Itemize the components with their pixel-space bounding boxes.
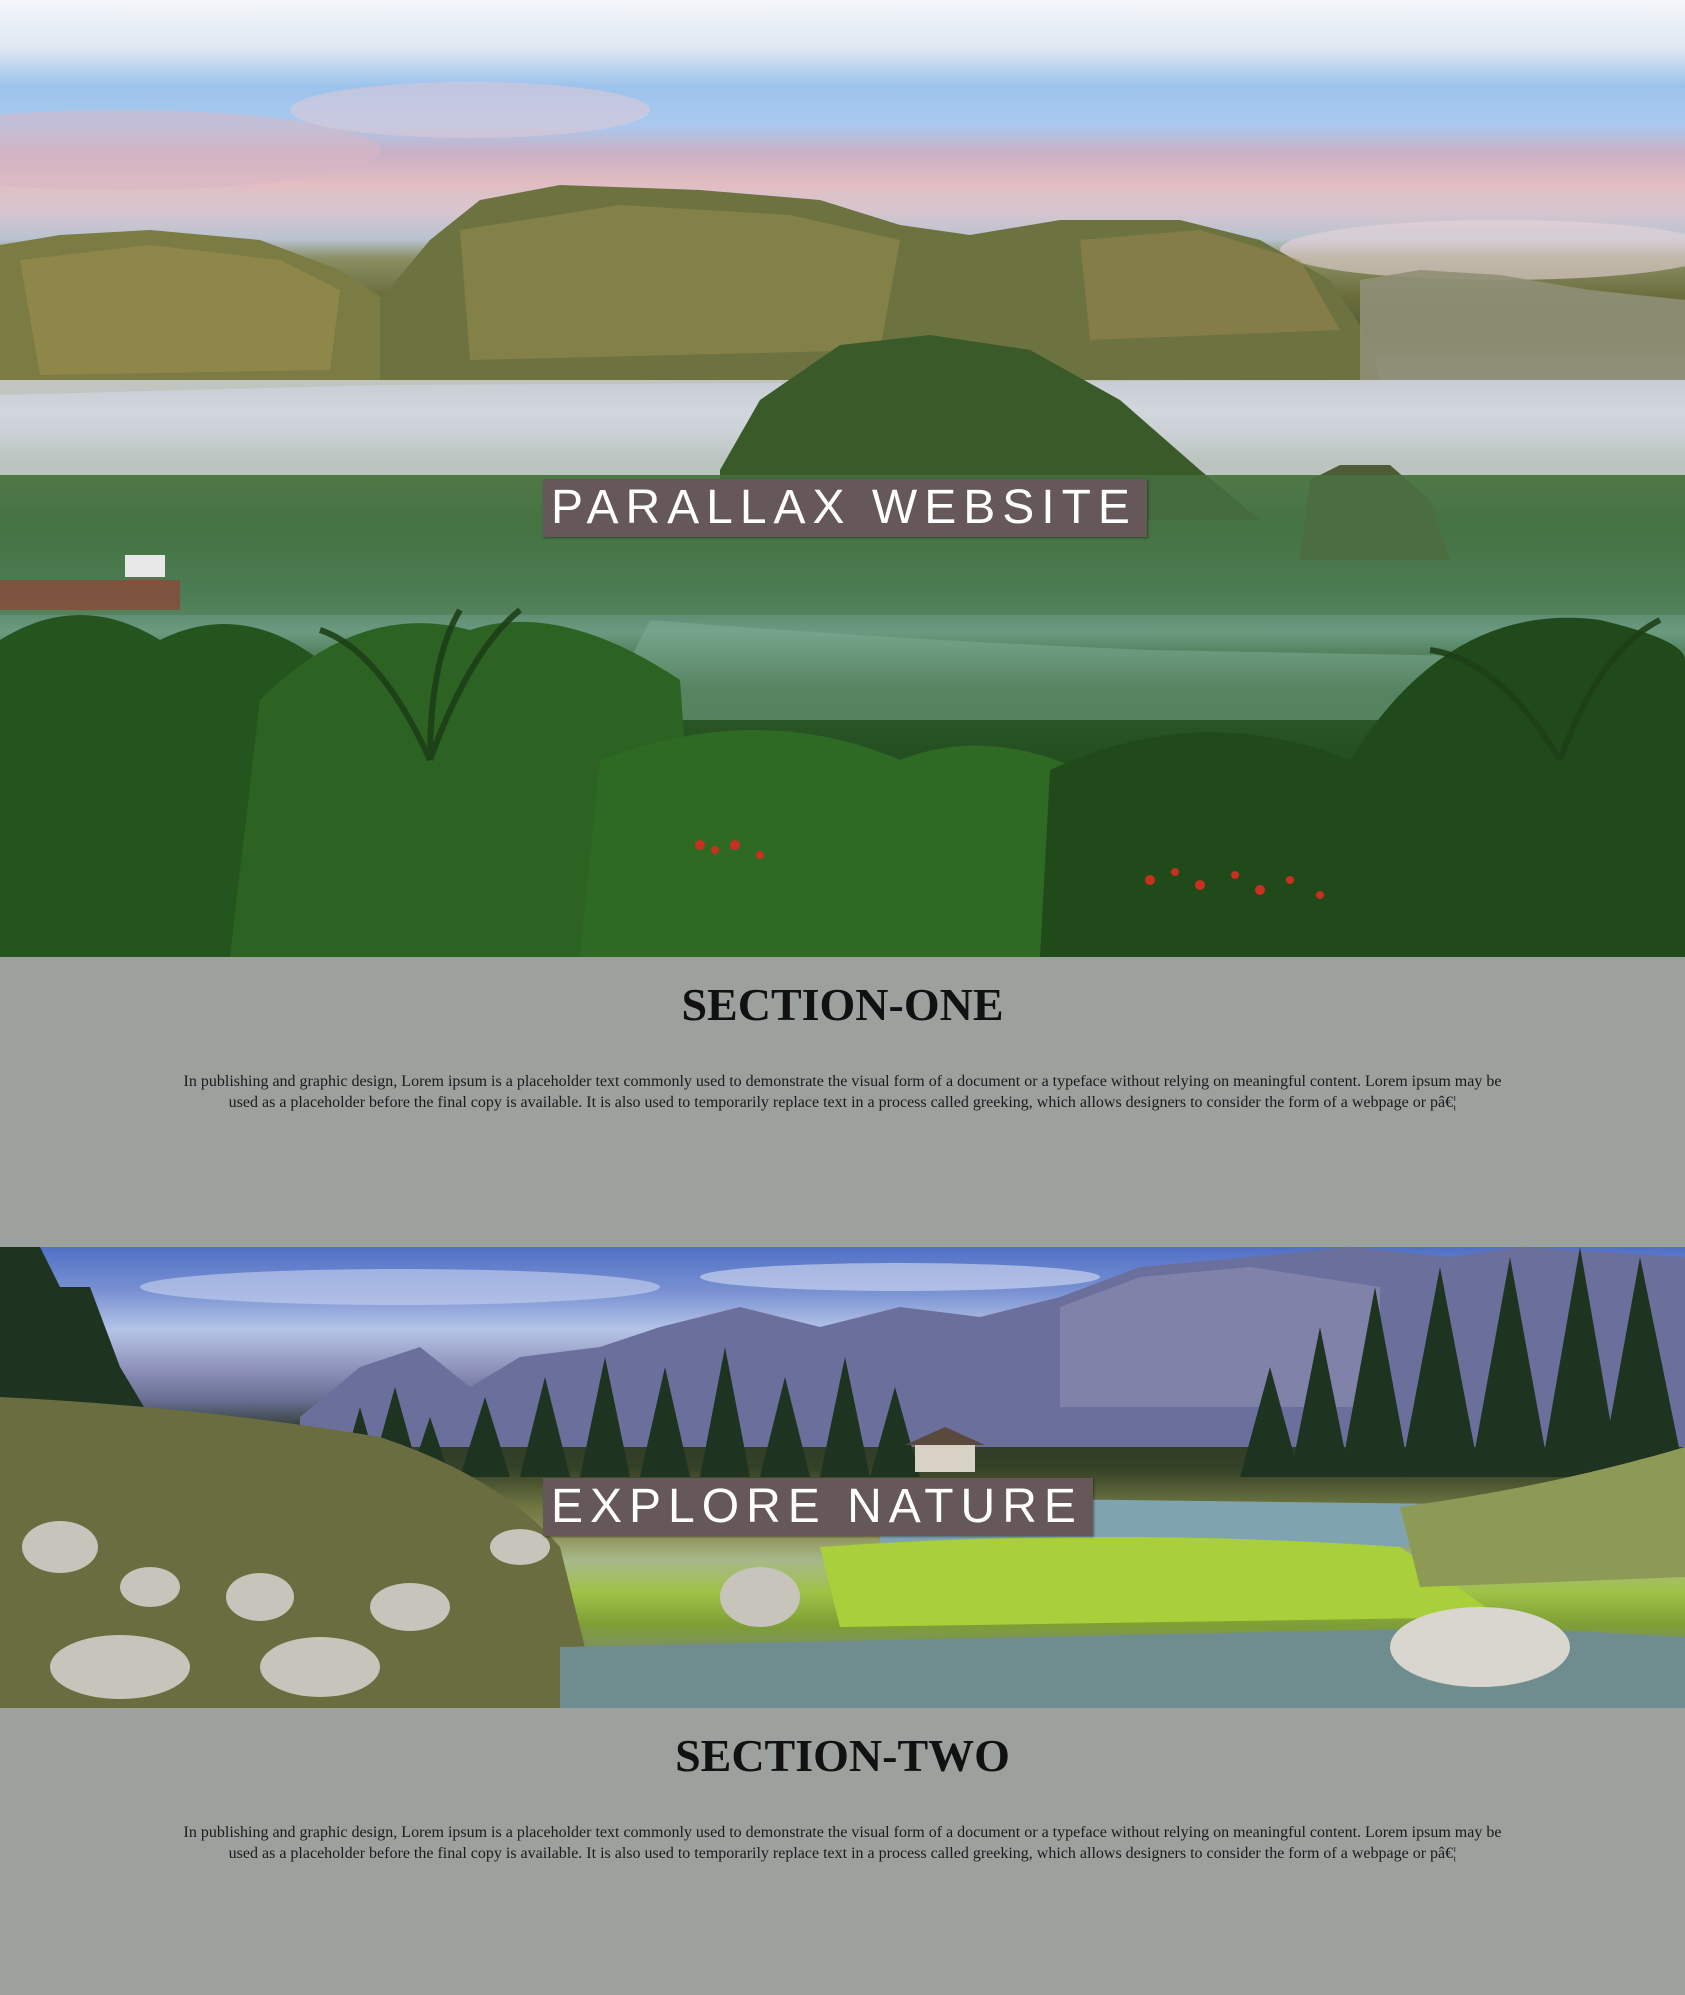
hero-banner-mountains: PARALLAX WEBSITE bbox=[0, 0, 1685, 957]
section-two-heading: SECTION-TWO bbox=[675, 1730, 1010, 1781]
hero-subtitle: EXPLORE NATURE bbox=[543, 1478, 1093, 1536]
section-two: SECTION-TWO In publishing and graphic de… bbox=[0, 1708, 1685, 1995]
hero-title: PARALLAX WEBSITE bbox=[543, 479, 1147, 537]
section-one-heading: SECTION-ONE bbox=[681, 979, 1004, 1030]
hero-banner-nature: EXPLORE NATURE bbox=[0, 1247, 1685, 1708]
section-one-body: In publishing and graphic design, Lorem … bbox=[183, 1073, 1502, 1111]
section-one: SECTION-ONE In publishing and graphic de… bbox=[0, 957, 1685, 1247]
section-two-body: In publishing and graphic design, Lorem … bbox=[183, 1824, 1502, 1862]
